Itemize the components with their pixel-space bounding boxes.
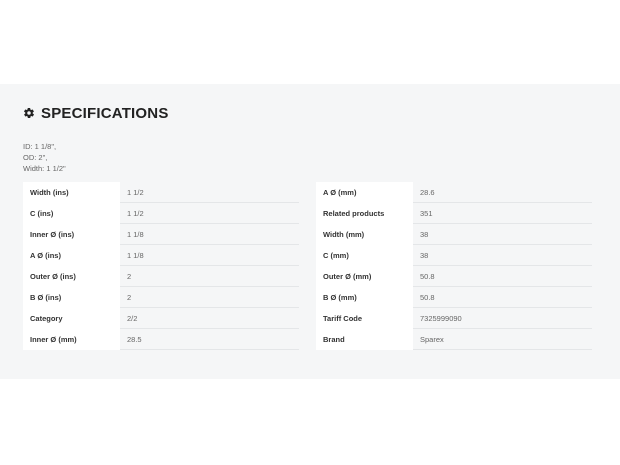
spec-table-right: A Ø (mm) 28.6 Related products 351 Width (… <box>316 181 592 350</box>
spec-row: Tariff Code 7325999090 <box>316 307 592 329</box>
spec-value: 1 1/2 <box>127 208 144 218</box>
spec-row: Width (ins) 1 1/2 <box>23 181 299 203</box>
spec-value: 1 1/8 <box>127 229 144 239</box>
spec-value: 1 1/2 <box>127 187 144 197</box>
spec-label: A Ø (ins) <box>23 244 120 266</box>
spec-row: Inner Ø (mm) 28.5 <box>23 328 299 350</box>
spec-label: Category <box>23 307 120 329</box>
spec-row: A Ø (mm) 28.6 <box>316 181 592 203</box>
spec-value: 28.5 <box>127 334 142 344</box>
spec-label: Width (ins) <box>23 181 120 203</box>
spec-row: Related products 351 <box>316 202 592 224</box>
spec-label: Tariff Code <box>316 307 413 329</box>
spec-label: B Ø (ins) <box>23 286 120 308</box>
summary-line-od: OD: 2", <box>23 153 48 162</box>
spec-value: 38 <box>420 229 429 239</box>
spec-row: Inner Ø (ins) 1 1/8 <box>23 223 299 245</box>
spec-row: Width (mm) 38 <box>316 223 592 245</box>
dimension-summary: ID: 1 1/8", OD: 2", Width: 1 1/2" <box>23 141 66 174</box>
spec-label: Outer Ø (ins) <box>23 265 120 287</box>
spec-label: B Ø (mm) <box>316 286 413 308</box>
specifications-heading: SPECIFICATIONS <box>23 103 169 123</box>
spec-value: 28.6 <box>420 187 435 197</box>
spec-row: Category 2/2 <box>23 307 299 329</box>
spec-row: B Ø (mm) 50.8 <box>316 286 592 308</box>
spec-row: B Ø (ins) 2 <box>23 286 299 308</box>
spec-label: C (mm) <box>316 244 413 266</box>
spec-label: Outer Ø (mm) <box>316 265 413 287</box>
spec-row: C (mm) 38 <box>316 244 592 266</box>
spec-value: 50.8 <box>420 271 435 281</box>
spec-label: Width (mm) <box>316 223 413 245</box>
page: SPECIFICATIONS ID: 1 1/8", OD: 2", Width… <box>0 0 620 465</box>
spec-value: 1 1/8 <box>127 250 144 260</box>
spec-table-left: Width (ins) 1 1/2 C (ins) 1 1/2 Inner Ø (i… <box>23 181 299 350</box>
spec-value: 7325999090 <box>420 313 462 323</box>
spec-label: Inner Ø (mm) <box>23 328 120 350</box>
summary-line-id: ID: 1 1/8", <box>23 142 57 151</box>
spec-value: 38 <box>420 250 429 260</box>
spec-row: Brand Sparex <box>316 328 592 350</box>
summary-line-width: Width: 1 1/2" <box>23 164 66 173</box>
spec-label: Inner Ø (ins) <box>23 223 120 245</box>
spec-row: C (ins) 1 1/2 <box>23 202 299 224</box>
spec-label: Brand <box>316 328 413 350</box>
spec-value: 2 <box>127 271 132 281</box>
spec-value: 2 <box>127 292 132 302</box>
spec-row: Outer Ø (ins) 2 <box>23 265 299 287</box>
spec-row: Outer Ø (mm) 50.8 <box>316 265 592 287</box>
spec-value: Sparex <box>420 334 444 344</box>
spec-value: 2/2 <box>127 313 138 323</box>
page-title: SPECIFICATIONS <box>41 104 169 122</box>
spec-value: 50.8 <box>420 292 435 302</box>
spec-value: 351 <box>420 208 433 218</box>
spec-label: C (ins) <box>23 202 120 224</box>
spec-row: A Ø (ins) 1 1/8 <box>23 244 299 266</box>
gear-icon <box>24 108 34 118</box>
spec-label: A Ø (mm) <box>316 181 413 203</box>
spec-label: Related products <box>316 202 413 224</box>
